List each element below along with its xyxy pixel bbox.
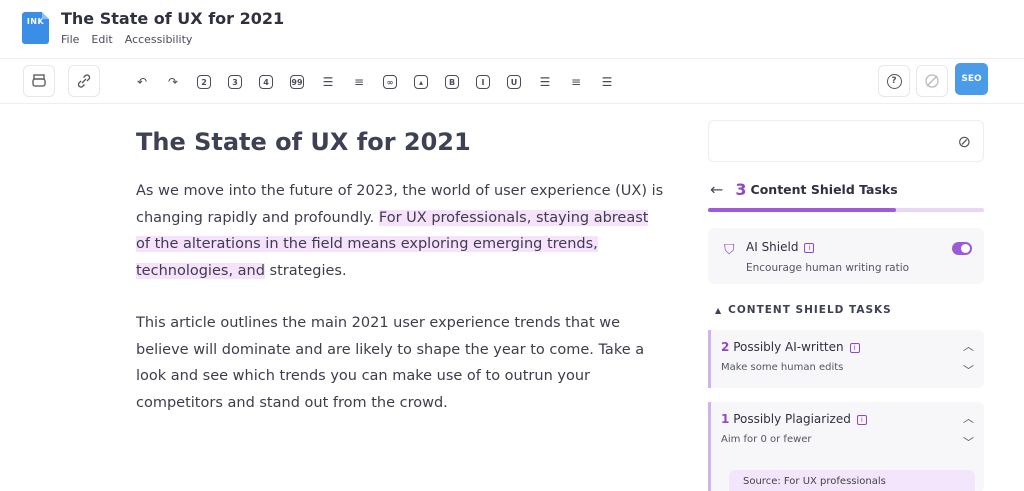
- app-logo[interactable]: INK: [22, 12, 49, 44]
- paragraph-2[interactable]: This article outlines the main 2021 user…: [136, 310, 666, 416]
- heading-2-icon[interactable]: 2: [193, 72, 215, 92]
- menu-accessibility[interactable]: Accessibility: [125, 33, 193, 46]
- chevron-down-icon[interactable]: ﹀: [963, 362, 974, 378]
- quote-icon[interactable]: 99: [286, 72, 308, 92]
- shield-search-icon[interactable]: ⊘: [958, 132, 971, 151]
- redo-icon[interactable]: ↷: [162, 72, 184, 92]
- numbered-list-icon[interactable]: ≡: [348, 72, 370, 92]
- content-shield-panel: ⊘ ← 3 Content Shield Tasks ⛉ AI Shield i …: [708, 120, 984, 491]
- back-arrow-icon[interactable]: ←: [710, 180, 723, 199]
- task-title: 1 Possibly Plagiarized i: [721, 412, 867, 426]
- ai-shield-subtitle: Encourage human writing ratio: [746, 262, 910, 274]
- undo-icon[interactable]: ↶: [131, 72, 153, 92]
- menu-file[interactable]: File: [61, 33, 79, 46]
- help-icon: ?: [886, 73, 902, 89]
- menu-edit[interactable]: Edit: [91, 33, 112, 46]
- source-snippet[interactable]: Source: For UX professionals: [729, 470, 975, 491]
- collapse-triangle-icon[interactable]: ▲: [715, 306, 722, 315]
- align-left-icon[interactable]: ☰: [534, 72, 556, 92]
- tasks-label: Content Shield Tasks: [750, 182, 898, 197]
- print-icon: [32, 74, 46, 87]
- document-title[interactable]: The State of UX for 2021: [61, 9, 284, 28]
- ai-shield-toggle[interactable]: [952, 242, 972, 255]
- ai-shield-card: ⛉ AI Shield i Encourage human writing rat…: [708, 228, 984, 284]
- article-heading[interactable]: The State of UX for 2021: [136, 128, 666, 156]
- tasks-header: ← 3 Content Shield Tasks: [708, 180, 984, 199]
- eye-off-icon: [925, 74, 939, 88]
- progress-fill: [708, 208, 896, 212]
- info-icon[interactable]: i: [804, 242, 815, 253]
- tasks-count: 3: [735, 180, 747, 199]
- task-card-plagiarized[interactable]: 1 Possibly Plagiarized i Aim for 0 or few…: [708, 402, 984, 491]
- chevron-up-icon[interactable]: ︿: [963, 410, 974, 426]
- formatting-toolbar: ↶ ↷ 2 3 4 99 ☰ ≡ ∞ ▴ B I U ☰ ≡ ☰ ?: [0, 58, 1024, 104]
- bullet-list-icon[interactable]: ☰: [317, 72, 339, 92]
- ai-shield-title: AI Shield i: [746, 240, 815, 254]
- section-title[interactable]: ▲ CONTENT SHIELD TASKS: [715, 304, 984, 316]
- info-icon[interactable]: i: [856, 414, 867, 425]
- underline-icon[interactable]: U: [503, 72, 525, 92]
- help-button[interactable]: ?: [878, 65, 910, 97]
- visibility-toggle-button[interactable]: [916, 65, 948, 97]
- align-justify-icon[interactable]: ☰: [596, 72, 618, 92]
- seo-button[interactable]: SEO: [955, 63, 988, 95]
- italic-icon[interactable]: I: [472, 72, 494, 92]
- print-button[interactable]: [23, 65, 55, 97]
- menu-bar: File Edit Accessibility: [61, 33, 192, 46]
- shield-icon: ⛉: [724, 242, 735, 258]
- heading-4-icon[interactable]: 4: [255, 72, 277, 92]
- editor-content[interactable]: The State of UX for 2021 As we move into…: [136, 128, 666, 442]
- link-icon[interactable]: ∞: [379, 72, 401, 92]
- chevron-down-icon[interactable]: ﹀: [963, 434, 974, 450]
- task-subtitle: Make some human edits: [721, 362, 844, 373]
- task-title: 2 Possibly AI-written i: [721, 340, 860, 354]
- task-card-ai-written[interactable]: 2 Possibly AI-written i Make some human e…: [708, 330, 984, 388]
- info-icon[interactable]: i: [849, 342, 860, 353]
- bold-icon[interactable]: B: [441, 72, 463, 92]
- task-subtitle: Aim for 0 or fewer: [721, 434, 812, 445]
- link-tool-button[interactable]: [68, 65, 100, 97]
- chevron-up-icon[interactable]: ︿: [963, 338, 974, 354]
- top-bar: INK The State of UX for 2021 File Edit A…: [0, 0, 1024, 56]
- image-icon[interactable]: ▴: [410, 72, 432, 92]
- tasks-progress-bar: [708, 208, 984, 212]
- paragraph-1[interactable]: As we move into the future of 2023, the …: [136, 178, 666, 284]
- logo-fold: [42, 12, 49, 19]
- format-icon-group: ↶ ↷ 2 3 4 99 ☰ ≡ ∞ ▴ B I U ☰ ≡ ☰: [131, 72, 618, 92]
- heading-3-icon[interactable]: 3: [224, 72, 246, 92]
- link-chain-icon: [77, 74, 91, 88]
- panel-search-box[interactable]: ⊘: [708, 120, 984, 162]
- paragraph-1-end: strategies.: [264, 262, 347, 279]
- align-center-icon[interactable]: ≡: [565, 72, 587, 92]
